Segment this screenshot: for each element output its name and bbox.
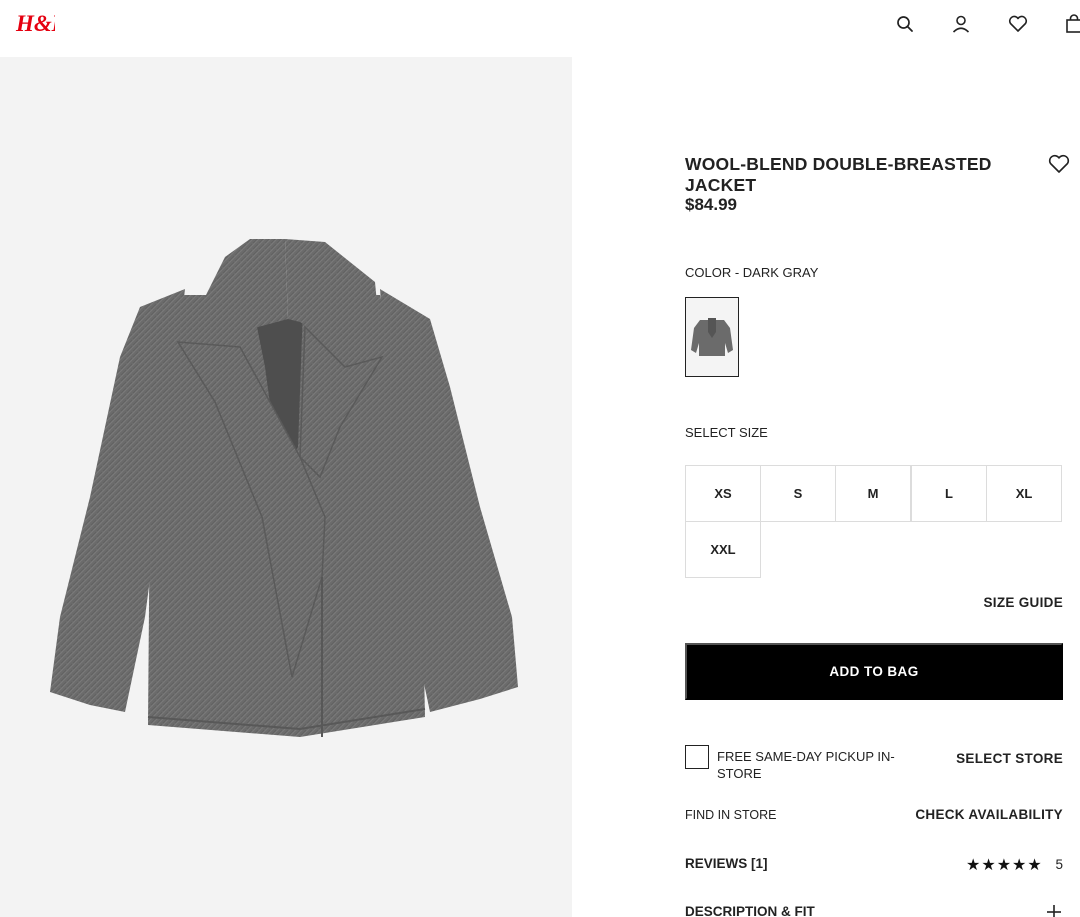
- size-guide-link[interactable]: SIZE GUIDE: [983, 595, 1063, 610]
- reviews-link[interactable]: REVIEWS [1]: [685, 856, 768, 871]
- size-m-button[interactable]: M: [835, 465, 911, 522]
- size-s-button[interactable]: S: [760, 465, 836, 522]
- product-image[interactable]: [0, 57, 572, 917]
- find-in-store-label: FIND IN STORE: [685, 808, 777, 822]
- description-fit-toggle[interactable]: DESCRIPTION & FIT: [685, 904, 815, 917]
- size-l-button[interactable]: L: [911, 465, 987, 522]
- select-store-link[interactable]: SELECT STORE: [956, 751, 1063, 766]
- favorites-icon[interactable]: [1007, 13, 1029, 35]
- pickup-label: FREE SAME-DAY PICKUP IN-STORE: [717, 749, 895, 781]
- search-icon[interactable]: [894, 13, 916, 35]
- size-xl-button[interactable]: XL: [986, 465, 1062, 522]
- add-to-favorites-icon[interactable]: [1047, 153, 1071, 175]
- select-size-label: SELECT SIZE: [685, 425, 768, 440]
- svg-text:H&M: H&M: [15, 11, 55, 36]
- size-xs-button[interactable]: XS: [685, 465, 761, 522]
- shopping-bag-icon[interactable]: [1063, 13, 1080, 35]
- plus-icon[interactable]: [1045, 903, 1063, 917]
- hm-logo[interactable]: H&M: [15, 8, 74, 40]
- pickup-checkbox[interactable]: [685, 745, 709, 769]
- color-swatch-dark-gray[interactable]: [685, 297, 739, 377]
- add-to-bag-button[interactable]: ADD TO BAG: [685, 643, 1063, 700]
- rating-value: 5: [1055, 857, 1063, 872]
- product-price: $84.99: [685, 195, 737, 214]
- size-xxl-button[interactable]: XXL: [685, 521, 761, 578]
- color-label: COLOR - DARK GRAY: [685, 265, 819, 280]
- account-icon[interactable]: [950, 13, 972, 35]
- site-header: H&M: [0, 0, 1080, 57]
- rating-stars: ★★★★★: [966, 857, 1043, 874]
- check-availability-link[interactable]: CHECK AVAILABILITY: [915, 807, 1063, 822]
- product-title: WOOL-BLEND DOUBLE-BREASTED JACKET: [685, 154, 992, 195]
